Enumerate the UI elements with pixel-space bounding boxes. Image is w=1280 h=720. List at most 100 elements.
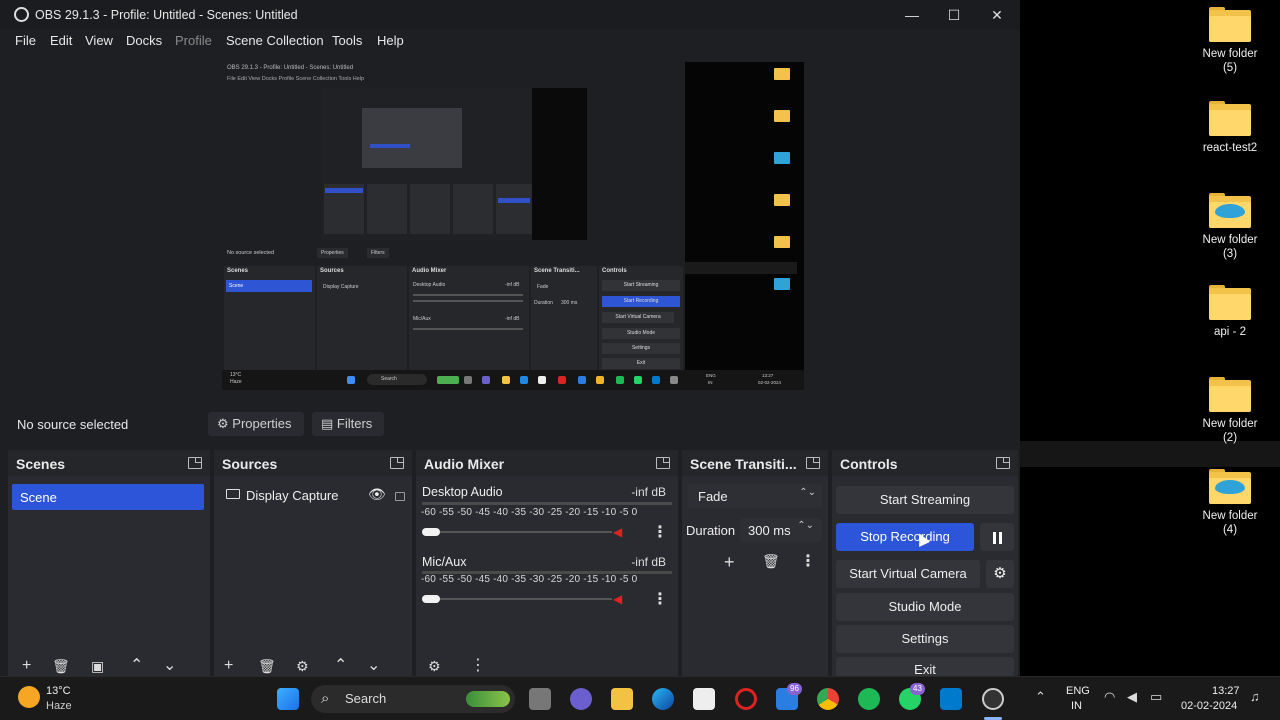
preview-mic-aux: Mic/Aux (413, 316, 431, 322)
remove-transition-icon[interactable]: 🗑 (762, 553, 780, 570)
input-region[interactable]: IN (1071, 700, 1082, 712)
title-bar[interactable]: OBS 29.1.3 - Profile: Untitled - Scenes:… (0, 0, 1020, 30)
menu-tools[interactable]: Tools (332, 33, 362, 48)
studio-mode-button[interactable]: Studio Mode (836, 593, 1014, 621)
remove-scene-icon[interactable]: 🗑 (52, 658, 70, 674)
speaker-muted-icon[interactable]: ◀ (613, 525, 625, 539)
teams-chat-icon[interactable] (570, 688, 592, 710)
scene-item[interactable]: Scene (12, 484, 204, 510)
file-explorer-icon[interactable] (611, 688, 633, 710)
desktop-icon-new-folder-3[interactable]: New folder (3) (1180, 193, 1280, 261)
exit-button[interactable]: Exit (836, 657, 1014, 676)
input-language[interactable]: ENG (1066, 685, 1090, 697)
undock-icon[interactable] (390, 457, 404, 469)
search-box[interactable]: ⌕ Search (311, 685, 515, 713)
source-properties-gear-icon[interactable]: ⚙ (296, 658, 309, 674)
kebab-menu-icon[interactable]: ⋮ (800, 551, 816, 571)
menu-profile[interactable]: Profile (175, 33, 212, 48)
obs-taskbar-icon[interactable] (982, 688, 1004, 710)
stop-recording-button[interactable]: Stop Recording (836, 523, 974, 551)
obs-window: OBS 29.1.3 - Profile: Untitled - Scenes:… (0, 0, 1020, 676)
maximize-button[interactable]: ☐ (939, 4, 969, 26)
eye-icon[interactable]: 👁 (368, 486, 386, 503)
desktop-icon-new-folder-2[interactable]: New folder (2) (1180, 377, 1280, 445)
source-toolbar: No source selected ⚙ Properties ▤ Filter… (0, 406, 1020, 442)
duration-spinbox[interactable]: 300 ms ⌃⌄ (740, 518, 822, 542)
opera-icon[interactable] (735, 688, 757, 710)
desktop-icon-new-folder-4[interactable]: New folder (4) (1180, 469, 1280, 537)
preview-transitions-dock: Scene Transiti... Fade Duration 300 ms (531, 266, 597, 374)
remove-source-icon[interactable]: 🗑 (258, 658, 276, 674)
microsoft-store-icon[interactable] (693, 688, 715, 710)
virtual-camera-settings-gear-icon[interactable]: ⚙ (986, 560, 1014, 588)
add-scene-icon[interactable]: + (22, 658, 31, 674)
menu-scene-collection[interactable]: Scene Collection (226, 33, 324, 48)
window-title: OBS 29.1.3 - Profile: Untitled - Scenes:… (35, 8, 298, 22)
menu-view[interactable]: View (85, 33, 113, 48)
source-status: No source selected (17, 417, 129, 432)
desktop-audio-slider-knob[interactable] (422, 528, 440, 536)
filters-button[interactable]: ▤ Filters (312, 412, 384, 436)
preview-settings: Settings (602, 343, 680, 354)
kebab-menu-icon[interactable]: ⋮ (652, 589, 668, 609)
speaker-muted-icon[interactable]: ◀ (613, 592, 625, 606)
mixer-settings-icon[interactable]: ⚙ (428, 658, 441, 674)
menu-edit[interactable]: Edit (50, 33, 72, 48)
desktop-icon-label: New folder (4) (1202, 510, 1258, 536)
source-item-display-capture[interactable]: Display Capture 👁 (226, 486, 416, 506)
desktop-audio-slider-track[interactable] (422, 531, 612, 533)
transition-select[interactable]: Fade ⌃⌄ (688, 484, 822, 508)
weather-sun-icon[interactable] (18, 686, 40, 708)
kebab-menu-icon[interactable]: ⋮ (652, 522, 668, 542)
chrome-icon[interactable] (817, 688, 839, 710)
clock-time[interactable]: 13:27 (1212, 685, 1240, 697)
menu-file[interactable]: File (15, 33, 36, 48)
wifi-icon[interactable]: ◠ (1104, 689, 1115, 705)
start-streaming-button[interactable]: Start Streaming (836, 486, 1014, 514)
desktop-icon-react-test2[interactable]: react-test2 (1180, 101, 1280, 155)
vscode-icon[interactable] (940, 688, 962, 710)
preview-scenes-dock: Scenes Scene (224, 266, 315, 374)
add-source-icon[interactable]: + (224, 658, 233, 674)
task-view-icon[interactable] (529, 688, 551, 710)
volume-icon[interactable]: ◀ (1127, 689, 1137, 705)
chevron-up-icon[interactable]: ⌃ (1035, 689, 1046, 705)
preview-controls-dock: Controls Start Streaming Start Recording… (599, 266, 683, 374)
menu-help[interactable]: Help (377, 33, 404, 48)
properties-button[interactable]: ⚙ Properties (208, 412, 304, 436)
desktop-icon-api-2[interactable]: api - 2 (1180, 285, 1280, 339)
sources-dock: Sources Display Capture 👁 + 🗑 ⚙ ⌃ ⌄ (214, 450, 412, 676)
add-transition-icon[interactable]: + (724, 552, 735, 573)
scene-filters-icon[interactable]: ▣ (91, 658, 104, 674)
menu-docks[interactable]: Docks (126, 33, 162, 48)
mic-aux-slider-knob[interactable] (422, 595, 440, 603)
settings-button[interactable]: Settings (836, 625, 1014, 653)
start-virtual-camera-button[interactable]: Start Virtual Camera (836, 560, 980, 588)
undock-icon[interactable] (188, 457, 202, 469)
lock-icon[interactable] (395, 492, 405, 501)
move-up-icon[interactable]: ⌃ (130, 658, 143, 674)
mic-aux-slider-track[interactable] (422, 598, 612, 600)
windows-start-icon[interactable] (277, 688, 299, 710)
weather-temp[interactable]: 13°C (46, 685, 71, 697)
battery-icon[interactable]: ▭ (1150, 689, 1162, 705)
minimize-button[interactable]: — (897, 4, 927, 26)
spinner-arrows-icon[interactable]: ⌃⌄ (797, 520, 814, 531)
undock-icon[interactable] (656, 457, 670, 469)
move-up-icon[interactable]: ⌃ (334, 658, 347, 674)
desktop-icon-new-folder-5[interactable]: New folder (5) (1180, 7, 1280, 75)
edge-browser-icon[interactable] (652, 688, 674, 710)
clock-date[interactable]: 02-02-2024 (1181, 700, 1237, 712)
notification-bell-icon[interactable]: ♫ (1250, 689, 1260, 704)
preview-lang: ENG (706, 373, 716, 378)
pause-recording-button[interactable] (980, 523, 1014, 551)
move-down-icon[interactable]: ⌄ (367, 658, 380, 674)
preview-canvas[interactable]: OBS 29.1.3 - Profile: Untitled - Scenes:… (222, 62, 804, 390)
kebab-menu-icon[interactable]: ⋮ (470, 658, 486, 674)
spotify-icon[interactable] (858, 688, 880, 710)
weather-desc[interactable]: Haze (46, 700, 72, 712)
undock-icon[interactable] (806, 457, 820, 469)
undock-icon[interactable] (996, 457, 1010, 469)
close-button[interactable]: ✕ (982, 4, 1012, 26)
move-down-icon[interactable]: ⌄ (163, 658, 176, 674)
